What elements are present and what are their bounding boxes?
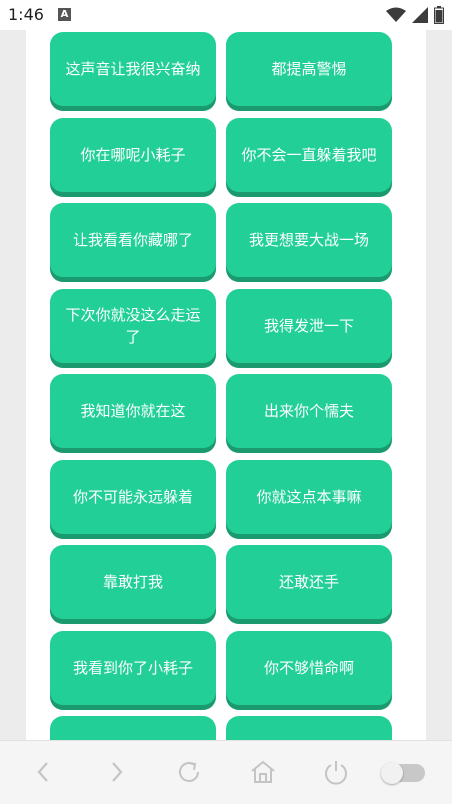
sound-button[interactable]: 我更想要大战一场 xyxy=(226,203,392,277)
back-icon[interactable] xyxy=(30,758,58,786)
battery-icon xyxy=(434,6,444,24)
sound-button[interactable]: 都提高警惕 xyxy=(226,32,392,106)
sound-button[interactable]: 我知道你就在这 xyxy=(50,374,216,448)
toggle-switch[interactable] xyxy=(381,762,425,784)
status-bar: 1:46 A xyxy=(0,0,452,30)
refresh-icon[interactable] xyxy=(175,758,203,786)
wifi-icon xyxy=(386,7,406,22)
home-icon[interactable] xyxy=(249,758,277,786)
notification-badge-icon: A xyxy=(58,8,71,21)
sound-button[interactable]: 还敢还手 xyxy=(226,545,392,619)
sound-button[interactable] xyxy=(226,716,392,740)
signal-icon xyxy=(412,7,428,23)
sound-button[interactable]: 我看到你了小耗子 xyxy=(50,630,216,705)
sound-button[interactable]: 你就这点本事嘛 xyxy=(226,459,392,534)
toggle-knob xyxy=(381,762,403,784)
status-time: 1:46 xyxy=(8,5,44,24)
sound-button[interactable]: 我得发泄一下 xyxy=(226,288,392,363)
status-icons xyxy=(386,6,444,24)
sound-button[interactable]: 你不会一直躲着我吧 xyxy=(226,117,392,192)
forward-icon[interactable] xyxy=(103,758,131,786)
sound-button[interactable]: 这声音让我很兴奋纳 xyxy=(50,32,216,106)
sound-button[interactable]: 让我看看你藏哪了 xyxy=(50,203,216,277)
sound-button[interactable]: 你在哪呢小耗子 xyxy=(50,117,216,192)
bottom-nav-bar xyxy=(0,740,452,804)
sound-button[interactable] xyxy=(50,716,216,740)
content-panel: 这声音让我很兴奋纳 都提高警惕 你在哪呢小耗子 你不会一直躲着我吧 让我看看你藏哪了 我更… xyxy=(26,30,426,740)
power-icon[interactable] xyxy=(322,758,350,786)
sound-button[interactable]: 靠敢打我 xyxy=(50,545,216,619)
sound-button[interactable]: 出来你个懦夫 xyxy=(226,374,392,448)
sound-button[interactable]: 你不够惜命啊 xyxy=(226,630,392,705)
sound-button[interactable]: 下次你就没这么走运了 xyxy=(50,288,216,363)
sound-button[interactable]: 你不可能永远躲着 xyxy=(50,459,216,534)
